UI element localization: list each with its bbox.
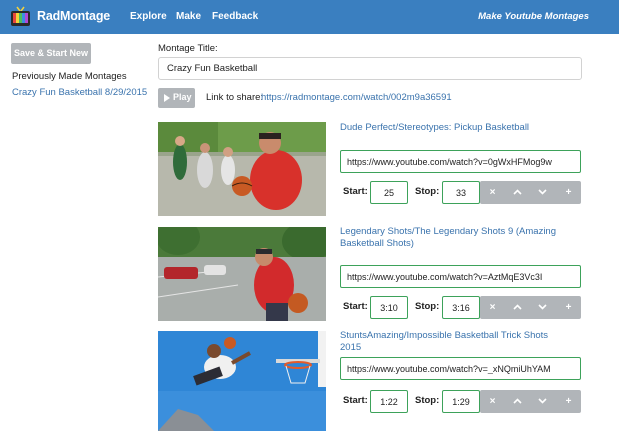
- clip-url-input[interactable]: [340, 265, 581, 288]
- nav-make[interactable]: Make: [176, 11, 201, 22]
- start-label: Start:: [343, 395, 368, 406]
- share-link-label: Link to share:: [206, 92, 264, 103]
- clip-url-input[interactable]: [340, 150, 581, 173]
- stop-time-input[interactable]: [442, 181, 480, 204]
- tv-logo-icon[interactable]: [10, 6, 31, 27]
- remove-clip-button[interactable]: ×: [480, 181, 505, 204]
- move-up-button[interactable]: [505, 181, 530, 204]
- remove-clip-button[interactable]: ×: [480, 390, 505, 413]
- start-time-input[interactable]: [370, 181, 408, 204]
- nav-feedback[interactable]: Feedback: [212, 11, 258, 22]
- play-button[interactable]: Play: [158, 88, 195, 108]
- save-and-start-new-button[interactable]: Save & Start New: [11, 43, 91, 64]
- play-icon: [164, 94, 170, 102]
- stop-label: Stop:: [415, 186, 440, 197]
- move-down-button[interactable]: [530, 390, 555, 413]
- add-clip-button[interactable]: +: [556, 296, 581, 319]
- move-down-button[interactable]: [530, 181, 555, 204]
- clip-title-link[interactable]: Legendary Shots/The Legendary Shots 9 (A…: [340, 226, 570, 250]
- remove-clip-button[interactable]: ×: [480, 296, 505, 319]
- add-clip-button[interactable]: +: [556, 390, 581, 413]
- chevron-up-icon: [513, 189, 522, 195]
- stop-label: Stop:: [415, 301, 440, 312]
- stop-time-input[interactable]: [442, 296, 480, 319]
- add-clip-button[interactable]: +: [556, 181, 581, 204]
- brand-name[interactable]: RadMontage: [37, 9, 110, 23]
- clip-controls: × +: [480, 296, 581, 319]
- share-link[interactable]: https://radmontage.com/watch/002m9a36591: [261, 92, 452, 103]
- clip-url-input[interactable]: [340, 357, 581, 380]
- montage-title-input[interactable]: [158, 57, 582, 80]
- play-button-label: Play: [173, 92, 192, 102]
- clip-thumbnail[interactable]: [158, 227, 326, 321]
- clip-controls: × +: [480, 390, 581, 413]
- navbar: RadMontage Explore Make Feedback Make Yo…: [0, 0, 619, 34]
- previous-montage-link[interactable]: Crazy Fun Basketball 8/29/2015: [12, 87, 147, 98]
- chevron-down-icon: [538, 189, 547, 195]
- move-up-button[interactable]: [505, 296, 530, 319]
- chevron-down-icon: [538, 304, 547, 310]
- start-label: Start:: [343, 301, 368, 312]
- nav-explore[interactable]: Explore: [130, 11, 167, 22]
- stop-time-input[interactable]: [442, 390, 480, 413]
- stop-label: Stop:: [415, 395, 440, 406]
- start-label: Start:: [343, 186, 368, 197]
- chevron-down-icon: [538, 398, 547, 404]
- clip-thumbnail[interactable]: [158, 331, 326, 431]
- start-time-input[interactable]: [370, 296, 408, 319]
- chevron-up-icon: [513, 304, 522, 310]
- clip-title-link[interactable]: StuntsAmazing/Impossible Basketball Tric…: [340, 330, 570, 354]
- move-down-button[interactable]: [530, 296, 555, 319]
- clip-title-link[interactable]: Dude Perfect/Stereotypes: Pickup Basketb…: [340, 122, 570, 134]
- tagline: Make Youtube Montages: [478, 11, 589, 22]
- clip-thumbnail[interactable]: [158, 122, 326, 216]
- clip-controls: × +: [480, 181, 581, 204]
- chevron-up-icon: [513, 398, 522, 404]
- start-time-input[interactable]: [370, 390, 408, 413]
- montage-title-label: Montage Title:: [158, 43, 218, 54]
- move-up-button[interactable]: [505, 390, 530, 413]
- previous-montages-heading: Previously Made Montages: [12, 71, 127, 82]
